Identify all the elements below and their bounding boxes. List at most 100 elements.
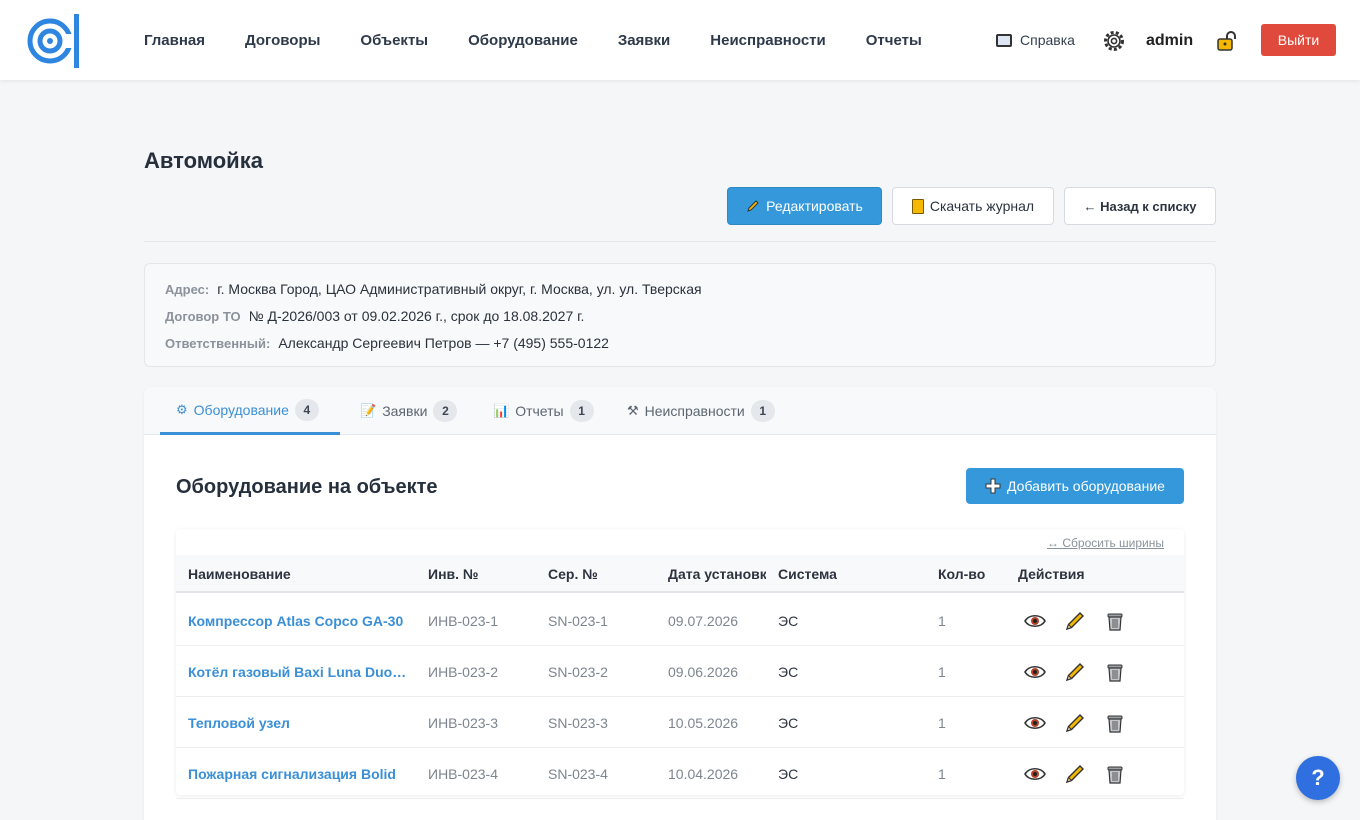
help-fab-button[interactable]: ? bbox=[1296, 756, 1340, 800]
notebook-icon bbox=[911, 198, 924, 214]
system: ЭС bbox=[778, 613, 799, 629]
tab-reports-count: 1 bbox=[569, 400, 594, 422]
row-actions bbox=[1024, 610, 1144, 632]
install-date: 09.06.2026 bbox=[668, 664, 739, 680]
delete-trash-icon[interactable] bbox=[1104, 763, 1126, 785]
address-row: Адрес: г. Москва Город, ЦАО Администрати… bbox=[165, 281, 1195, 308]
tab-faults[interactable]: ⚒ Неисправности 1 bbox=[611, 387, 791, 435]
nav-home[interactable]: Главная bbox=[144, 32, 205, 49]
equipment-name-link[interactable]: Котёл газовый Baxi Luna Duo-tec bbox=[188, 664, 408, 680]
col-qty[interactable]: Кол-во bbox=[938, 566, 1008, 582]
quantity: 1 bbox=[938, 664, 946, 680]
download-journal-label: Скачать журнал bbox=[929, 198, 1035, 214]
col-name[interactable]: Наименование bbox=[188, 566, 418, 582]
tab-faults-label: Неисправности bbox=[644, 403, 745, 419]
row-actions bbox=[1024, 661, 1144, 683]
view-eye-icon[interactable] bbox=[1024, 712, 1046, 734]
memo-icon: 📝 bbox=[360, 403, 377, 418]
col-date[interactable]: Дата установки bbox=[668, 566, 766, 582]
edit-button-label: Редактировать bbox=[766, 198, 863, 214]
bar-chart-icon: 📊 bbox=[493, 403, 510, 418]
equipment-name-link[interactable]: Тепловой узел bbox=[188, 715, 408, 731]
view-eye-icon[interactable] bbox=[1024, 763, 1046, 785]
help-link[interactable]: Справка bbox=[996, 32, 1075, 48]
nav-objects[interactable]: Объекты bbox=[360, 32, 428, 49]
tab-requests-label: Заявки bbox=[382, 403, 428, 419]
settings-gear-icon[interactable] bbox=[1102, 29, 1126, 53]
serial-number: SN-023-3 bbox=[548, 715, 608, 731]
col-inv[interactable]: Инв. № bbox=[428, 566, 538, 582]
col-system[interactable]: Система bbox=[778, 566, 928, 582]
edit-pencil-icon[interactable] bbox=[1064, 610, 1086, 632]
logout-button[interactable]: Выйти bbox=[1261, 24, 1336, 56]
address-value: г. Москва Город, ЦАО Административный ок… bbox=[217, 281, 702, 297]
install-date: 10.04.2026 bbox=[668, 766, 739, 782]
equipment-table: ↔ Сбросить ширины Наименование Инв. № Се… bbox=[176, 529, 1184, 799]
edit-pencil-icon[interactable] bbox=[1064, 712, 1086, 734]
inventory-number: ИНВ-023-2 bbox=[428, 664, 498, 680]
serial-number: SN-023-1 bbox=[548, 613, 608, 629]
edit-pencil-icon[interactable] bbox=[1064, 763, 1086, 785]
hammer-wrench-icon: ⚒ bbox=[627, 403, 639, 418]
edit-pencil-icon[interactable] bbox=[1064, 661, 1086, 683]
delete-trash-icon[interactable] bbox=[1104, 610, 1126, 632]
nav-reports[interactable]: Отчеты bbox=[866, 32, 922, 49]
lock-icon[interactable] bbox=[1216, 30, 1238, 52]
table-row: Котёл газовый Baxi Luna Duo-tec ИНВ-023-2… bbox=[176, 646, 1184, 697]
page-title: Автомойка bbox=[144, 148, 263, 173]
row-actions bbox=[1024, 712, 1144, 734]
delete-trash-icon[interactable] bbox=[1104, 712, 1126, 734]
col-actions: Действия bbox=[1018, 566, 1085, 582]
tab-reports-label: Отчеты bbox=[515, 403, 564, 419]
object-info-card: Адрес: г. Москва Город, ЦАО Администрати… bbox=[144, 263, 1216, 367]
app-logo-icon[interactable] bbox=[26, 12, 84, 70]
table-row: Тепловой узел ИНВ-023-3 SN-023-3 10.05.2026… bbox=[176, 697, 1184, 748]
system: ЭС bbox=[778, 766, 799, 782]
gear-icon: ⚙ bbox=[176, 401, 188, 417]
tab-bar: ⚙ Оборудование 4 📝 Заявки 2 📊 Отчеты 1 ⚒… bbox=[144, 387, 1216, 435]
tab-reports[interactable]: 📊 Отчеты 1 bbox=[477, 387, 610, 435]
table-row: Компрессор Atlas Copco GA-30 ИНВ-023-1 SN-… bbox=[176, 595, 1184, 646]
contract-row: Договор ТО № Д-2026/003 от 09.02.2026 г.… bbox=[165, 308, 1195, 335]
system: ЭС bbox=[778, 664, 799, 680]
pencil-icon bbox=[747, 200, 759, 212]
serial-number: SN-023-2 bbox=[548, 664, 608, 680]
view-eye-icon[interactable] bbox=[1024, 661, 1046, 683]
nav-contracts[interactable]: Договоры bbox=[245, 32, 320, 49]
inventory-number: ИНВ-023-4 bbox=[428, 766, 498, 782]
download-journal-button[interactable]: Скачать журнал bbox=[892, 187, 1054, 225]
tab-equipment-label: Оборудование bbox=[193, 401, 289, 418]
plus-icon bbox=[985, 478, 1001, 494]
tab-faults-count: 1 bbox=[750, 400, 775, 422]
contract-value: № Д-2026/003 от 09.02.2026 г., срок до 1… bbox=[248, 308, 585, 324]
delete-trash-icon[interactable] bbox=[1104, 661, 1126, 683]
responsible-value: Александр Сергеевич Петров — +7 (495) 55… bbox=[278, 335, 609, 351]
install-date: 10.05.2026 bbox=[668, 715, 739, 731]
quantity: 1 bbox=[938, 766, 946, 782]
equipment-name-link[interactable]: Пожарная сигнализация Bolid bbox=[188, 766, 408, 782]
tab-equipment-count: 4 bbox=[294, 398, 319, 421]
nav-requests[interactable]: Заявки bbox=[618, 32, 670, 49]
tab-requests[interactable]: 📝 Заявки 2 bbox=[344, 387, 473, 435]
top-navbar: Главная Договоры Объекты Оборудование За… bbox=[0, 0, 1360, 80]
current-user[interactable]: admin bbox=[1146, 32, 1193, 50]
edit-button[interactable]: Редактировать bbox=[727, 187, 882, 225]
back-to-list-button[interactable]: ← Назад к списку bbox=[1064, 187, 1216, 225]
responsible-row: Ответственный: Александр Сергеевич Петро… bbox=[165, 335, 1195, 362]
equipment-name-link[interactable]: Компрессор Atlas Copco GA-30 bbox=[188, 613, 408, 629]
col-serial[interactable]: Сер. № bbox=[548, 566, 658, 582]
quantity: 1 bbox=[938, 613, 946, 629]
nav-faults[interactable]: Неисправности bbox=[710, 32, 825, 49]
install-date: 09.07.2026 bbox=[668, 613, 739, 629]
responsible-label: Ответственный: bbox=[165, 336, 271, 351]
help-label: Справка bbox=[1020, 32, 1075, 48]
add-equipment-label: Добавить оборудование bbox=[1007, 478, 1165, 494]
table-row: Пожарная сигнализация Bolid ИНВ-023-4 SN-0… bbox=[176, 748, 1184, 799]
serial-number: SN-023-4 bbox=[548, 766, 608, 782]
add-equipment-button[interactable]: Добавить оборудование bbox=[966, 468, 1184, 504]
reset-widths-link[interactable]: ↔ Сбросить ширины bbox=[1047, 536, 1164, 550]
quantity: 1 bbox=[938, 715, 946, 731]
nav-equipment[interactable]: Оборудование bbox=[468, 32, 578, 49]
tab-equipment[interactable]: ⚙ Оборудование 4 bbox=[160, 387, 340, 435]
view-eye-icon[interactable] bbox=[1024, 610, 1046, 632]
